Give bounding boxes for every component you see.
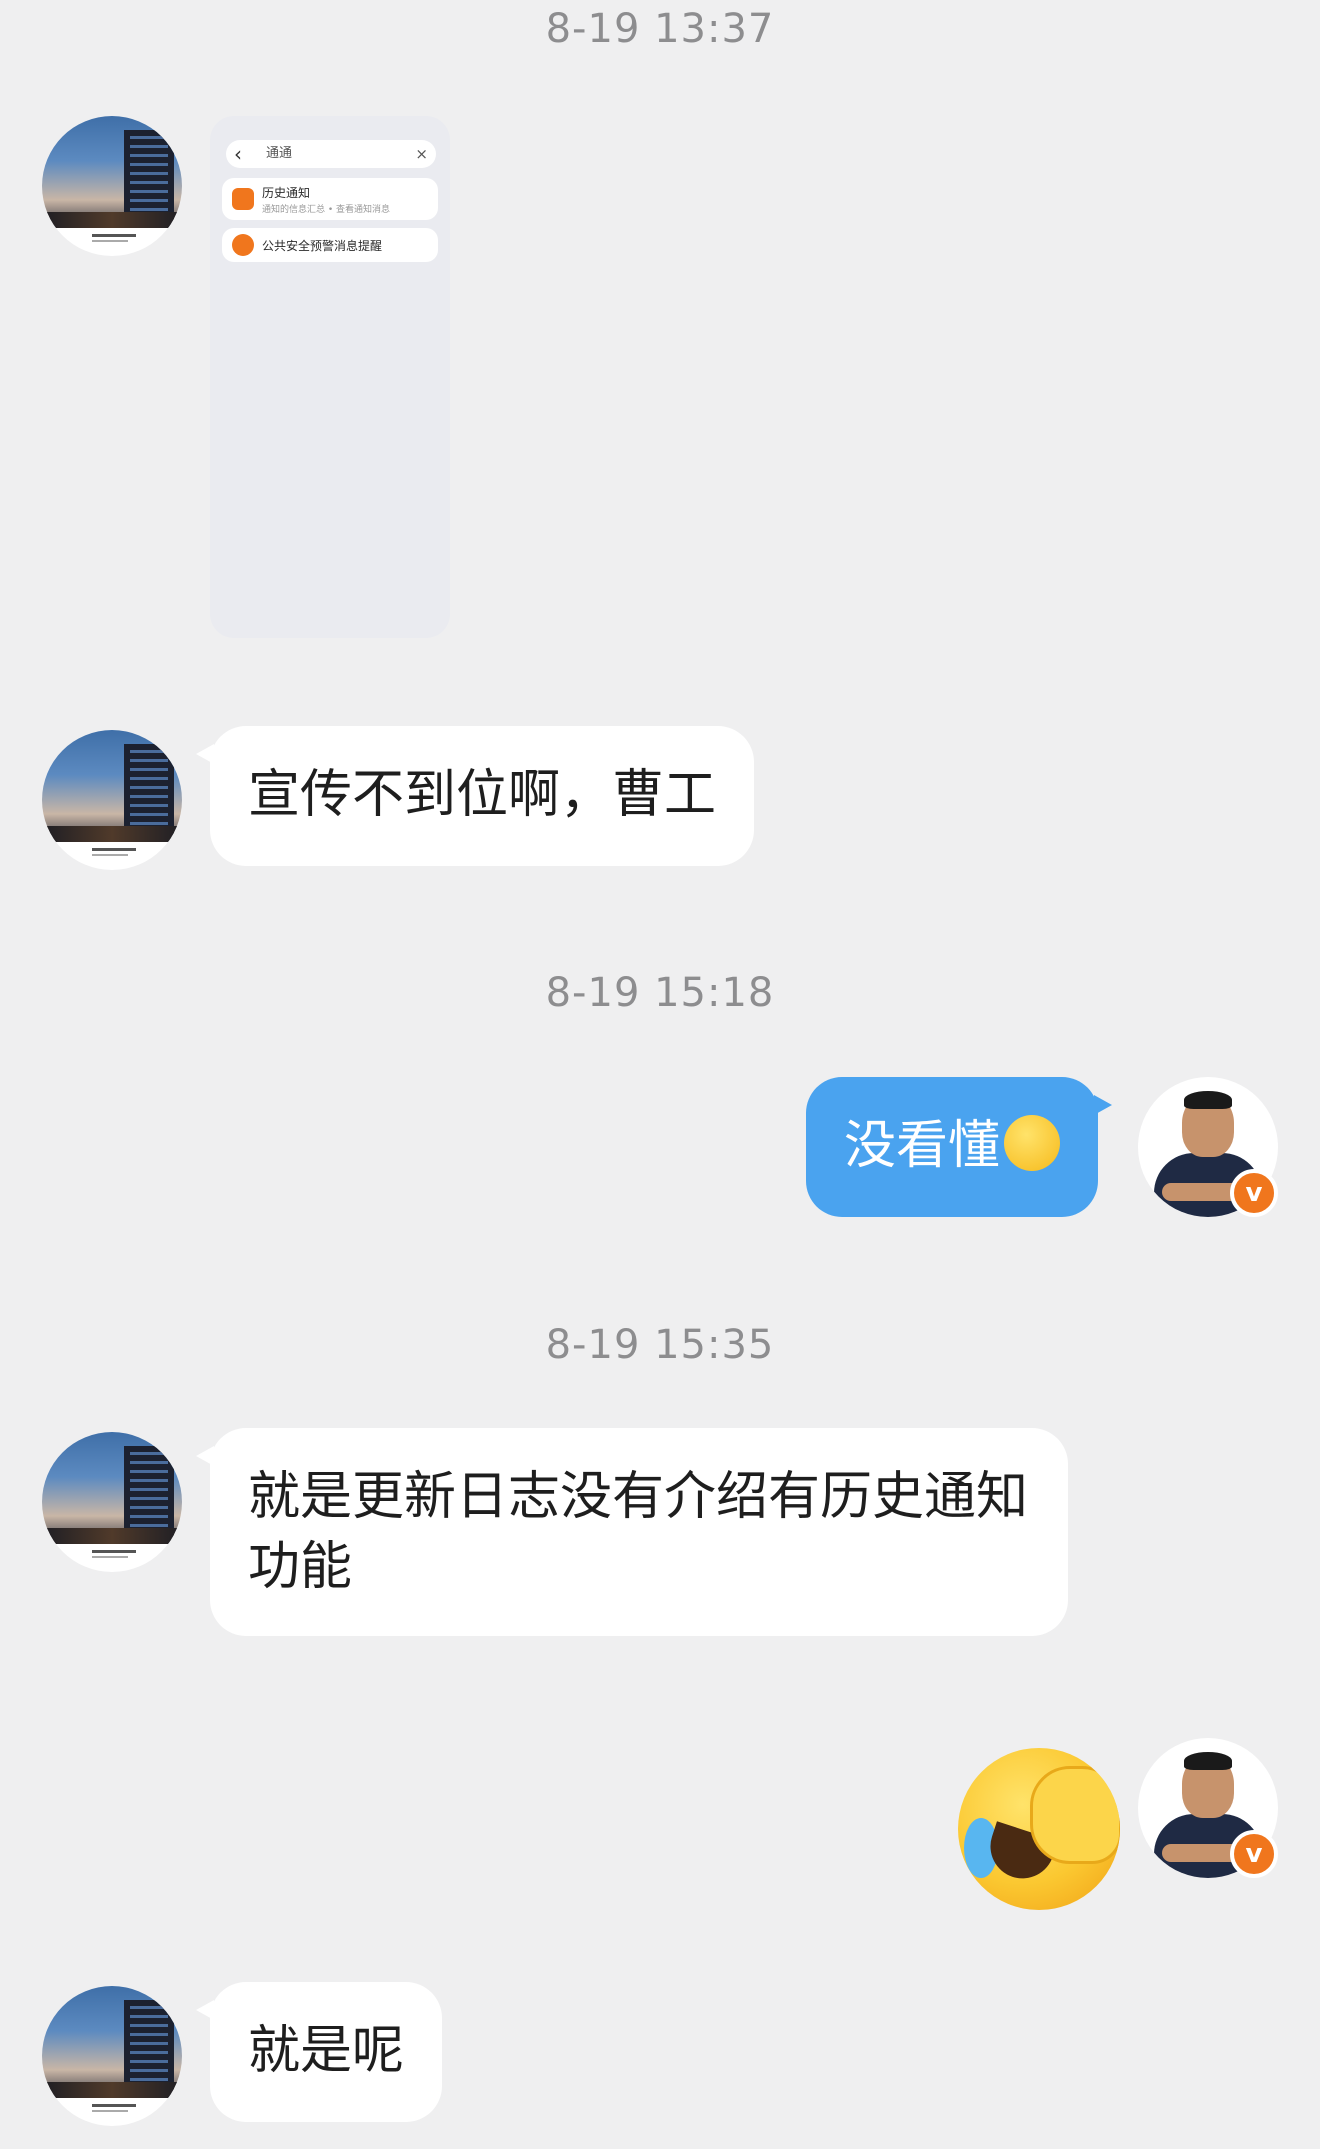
own-message-bubble[interactable]: 没看懂 <box>806 1077 1113 1217</box>
shared-image-message[interactable]: ‹ 通通 × 历史通知 通知的信息汇总 • 查看通知消息 公共安全预警消息提醒 <box>210 116 450 638</box>
result-title: 公共安全预警消息提醒 <box>262 239 383 253</box>
contact-avatar[interactable] <box>42 116 182 256</box>
verified-badge-icon: v <box>1230 1830 1278 1878</box>
search-query: 通通 <box>266 146 293 161</box>
contact-avatar[interactable] <box>42 1432 182 1572</box>
laughing-crying-emoji-icon <box>1004 1115 1061 1171</box>
message-bubble[interactable]: 就是更新日志没有介绍有历史通知功能 <box>196 1428 1068 1636</box>
message-bubble[interactable]: 就是呢 <box>195 1982 443 2122</box>
notification-icon <box>232 188 254 210</box>
message-text: 没看懂 <box>844 1116 1001 1176</box>
close-icon: × <box>415 145 428 163</box>
contact-avatar[interactable] <box>42 730 182 870</box>
message-text: 宣传不到位啊，曹工 <box>248 765 717 825</box>
facepalm-laughing-emoji-icon[interactable] <box>958 1748 1120 1910</box>
contact-avatar[interactable] <box>42 1986 182 2126</box>
message-bubble[interactable]: 宣传不到位啊，曹工 <box>195 726 755 866</box>
message-text: 就是更新日志没有介绍有历史通知功能 <box>248 1467 1029 1597</box>
verified-badge-icon: v <box>1230 1169 1278 1217</box>
alert-icon <box>232 234 254 256</box>
timestamp: 8-19 15:18 <box>545 970 775 1016</box>
search-result-card: 历史通知 通知的信息汇总 • 查看通知消息 <box>222 178 438 220</box>
search-result-card: 公共安全预警消息提醒 <box>222 228 438 262</box>
search-bar: ‹ 通通 × <box>226 140 436 168</box>
message-text: 就是呢 <box>248 2021 405 2081</box>
result-title: 历史通知 <box>262 186 311 200</box>
result-subtitle: 通知的信息汇总 • 查看通知消息 <box>262 205 391 215</box>
timestamp: 8-19 15:35 <box>545 1322 775 1368</box>
timestamp: 8-19 13:37 <box>545 6 775 52</box>
back-icon: ‹ <box>234 142 242 166</box>
